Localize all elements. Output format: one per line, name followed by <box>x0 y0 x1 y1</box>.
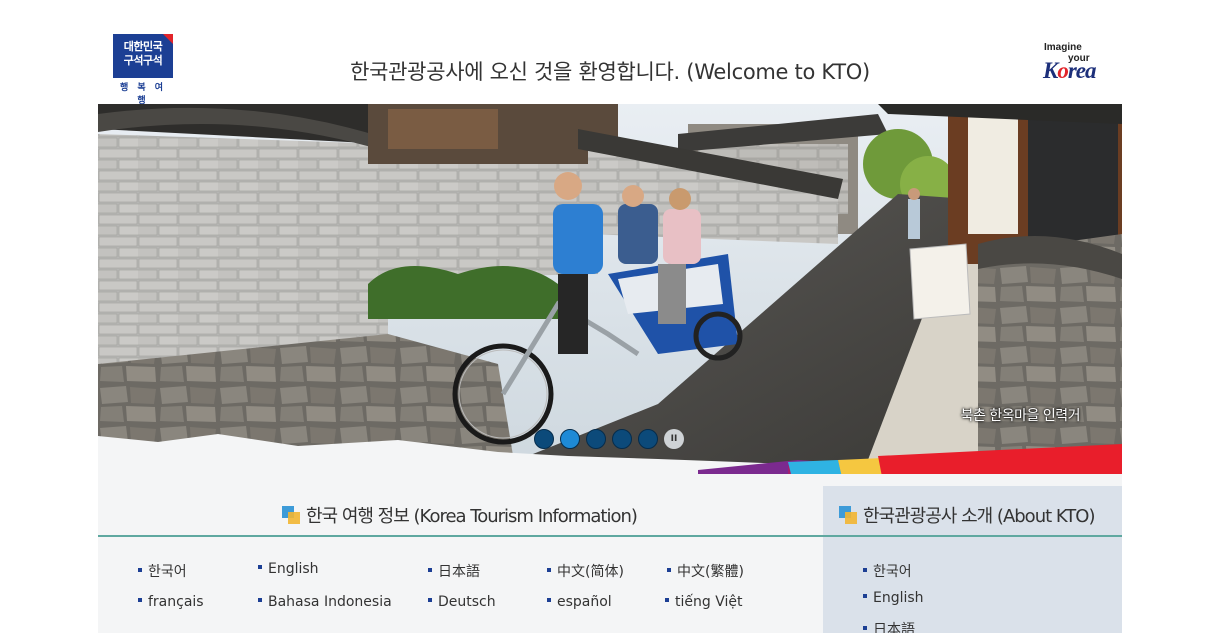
slide-indicators: II <box>534 429 684 449</box>
section-divider <box>98 535 823 537</box>
section-divider <box>823 535 1122 537</box>
slide-dot-3[interactable] <box>586 429 606 449</box>
about-kto-title-text: 한국관광공사 소개 (About KTO) <box>863 506 1095 527</box>
imagine-your-korea-logo[interactable]: Imagine your Korea <box>1042 42 1108 90</box>
logo-imagine: Imagine <box>1044 42 1082 53</box>
tourism-info-title: 한국 여행 정보 (Korea Tourism Information) <box>282 502 638 528</box>
about-kto-title: 한국관광공사 소개 (About KTO) <box>839 502 1095 528</box>
tourism-info-title-text: 한국 여행 정보 (Korea Tourism Information) <box>306 506 638 527</box>
squares-icon <box>839 506 857 524</box>
tourism-lang-japanese[interactable]: 日本語 <box>428 561 480 581</box>
about-lang-korean[interactable]: 한국어 <box>863 561 912 581</box>
tourism-lang-indonesian[interactable]: Bahasa Indonesia <box>258 594 392 610</box>
slide-dot-4[interactable] <box>612 429 632 449</box>
about-lang-english[interactable]: English <box>863 590 924 606</box>
tourism-lang-korean[interactable]: 한국어 <box>138 561 187 581</box>
tourism-lang-german[interactable]: Deutsch <box>428 594 496 610</box>
pause-button[interactable]: II <box>664 429 684 449</box>
site-header: 대한민국 구석구석 행 복 여 행 한국관광공사에 오신 것을 환영합니다. (… <box>98 0 1122 106</box>
slide-dot-1[interactable] <box>534 429 554 449</box>
hero-banner: 북촌 한옥마을 인력거 II <box>98 104 1122 486</box>
about-lang-japanese[interactable]: 日本語 <box>863 619 915 633</box>
logo-line1: 대한민국 <box>123 40 163 53</box>
tourism-lang-english[interactable]: English <box>258 561 319 577</box>
slide-dot-5[interactable] <box>638 429 658 449</box>
squares-icon <box>282 506 300 524</box>
tourism-lang-spanish[interactable]: español <box>547 594 612 610</box>
hero-caption: 북촌 한옥마을 인력거 <box>960 408 1081 424</box>
tourism-lang-chinese-traditional[interactable]: 中文(繁體) <box>667 561 744 581</box>
welcome-title: 한국관광공사에 오신 것을 환영합니다. (Welcome to KTO) <box>350 60 870 84</box>
tourism-lang-french[interactable]: français <box>138 594 204 610</box>
tourism-lang-chinese-simplified[interactable]: 中文(简体) <box>547 561 624 581</box>
tourism-lang-vietnamese[interactable]: tiếng Việt <box>665 594 742 610</box>
slide-dot-2[interactable] <box>560 429 580 449</box>
logo-korea: Korea <box>1043 58 1097 83</box>
about-kto-panel: 한국관광공사 소개 (About KTO) 한국어 English 日本語 <box>823 486 1122 633</box>
tourism-info-panel: 한국 여행 정보 (Korea Tourism Information) 한국어… <box>98 486 823 633</box>
